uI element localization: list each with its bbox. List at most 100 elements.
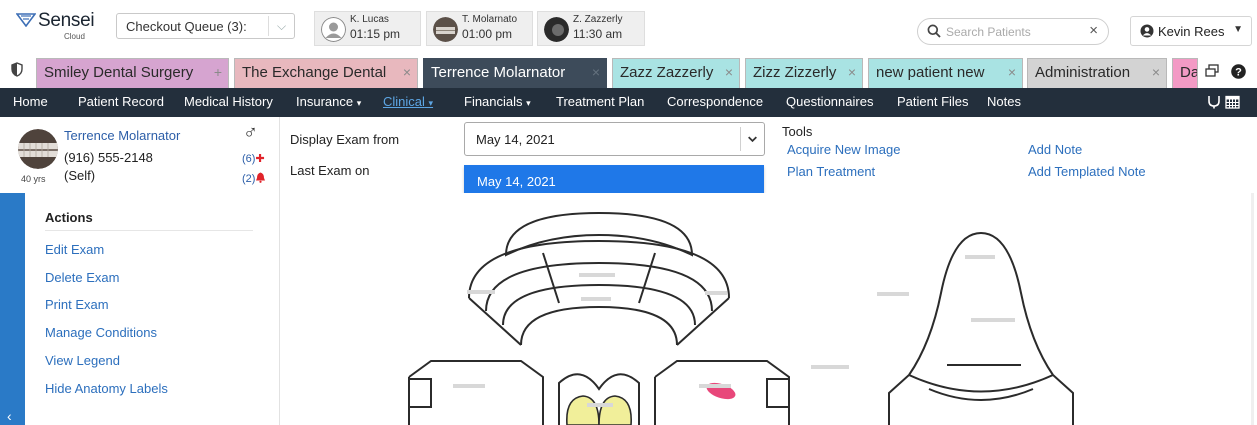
nav-label: Patient Record: [78, 94, 164, 109]
main-nav: Home Patient Record Medical History Insu…: [0, 88, 1257, 117]
acquire-new-image-link[interactable]: Acquire New Image: [787, 142, 900, 157]
medical-count: (6): [242, 153, 256, 165]
checkout-queue-label: Checkout Queue (3):: [126, 19, 247, 34]
tongue-profile: [888, 231, 1074, 425]
medical-alerts-count[interactable]: (6)✚: [242, 152, 265, 165]
checkout-queue-select[interactable]: Checkout Queue (3): ⌵: [116, 13, 295, 39]
close-icon[interactable]: ×: [848, 64, 856, 80]
tooth-chart-icon[interactable]: [1208, 95, 1220, 109]
patient-avatar[interactable]: [18, 129, 58, 169]
lesion-marker[interactable]: [705, 380, 738, 403]
appointment-name: T. Molarnato: [462, 14, 518, 25]
bell-icon: [256, 172, 266, 183]
print-exam-link[interactable]: Print Exam: [45, 297, 109, 312]
search-input[interactable]: [946, 23, 1076, 41]
caret-down-icon: ▾: [428, 98, 434, 108]
left-cheek-region: [408, 360, 544, 425]
close-icon[interactable]: ×: [1008, 64, 1016, 80]
delete-exam-link[interactable]: Delete Exam: [45, 270, 119, 285]
divider: [45, 230, 253, 231]
chevron-down-icon[interactable]: [740, 127, 764, 151]
appointment-name: K. Lucas: [350, 14, 389, 25]
help-icon[interactable]: ?: [1231, 64, 1246, 79]
anterior-teeth[interactable]: [566, 395, 632, 425]
tab-label: Terrence Molarnator: [431, 64, 566, 81]
appointment-chip[interactable]: K. Lucas 01:15 pm: [314, 11, 421, 46]
add-templated-note-link[interactable]: Add Templated Note: [1028, 164, 1146, 179]
tab-administration[interactable]: Administration ×: [1027, 58, 1167, 88]
plus-icon[interactable]: +: [214, 64, 222, 80]
close-icon[interactable]: ×: [1152, 64, 1160, 80]
add-note-link[interactable]: Add Note: [1028, 142, 1082, 157]
tab-label: Da: [1180, 64, 1198, 81]
tab-label: Administration: [1035, 64, 1131, 81]
actions-panel: Actions Edit Exam Delete Exam Print Exam…: [25, 193, 280, 425]
appointment-time: 01:15 pm: [350, 27, 401, 41]
shield-icon[interactable]: [11, 62, 23, 77]
patient-name-link[interactable]: Terrence Molarnator: [64, 128, 180, 143]
nav-questionnaires[interactable]: Questionnaires: [786, 94, 873, 109]
tab-terrence-molarnator[interactable]: Terrence Molarnator ×: [423, 58, 607, 88]
appointment-chip[interactable]: Z. Zazzerly 11:30 am: [537, 11, 645, 46]
tab-label: Zazz Zazzerly: [620, 64, 714, 81]
patient-search[interactable]: ×: [917, 18, 1109, 45]
nav-correspondence[interactable]: Correspondence: [667, 94, 763, 109]
tab-zazz-zazzerly[interactable]: Zazz Zazzerly ×: [612, 58, 740, 88]
tab-da[interactable]: Da: [1172, 58, 1198, 88]
nav-financials[interactable]: Financials ▾: [464, 94, 531, 109]
calendar-icon[interactable]: [1225, 94, 1240, 109]
caret-down-icon: ▾: [356, 98, 362, 108]
exam-date-value: May 14, 2021: [476, 132, 555, 147]
nav-treatment-plan[interactable]: Treatment Plan: [556, 94, 644, 109]
exam-date-option[interactable]: May 14, 2021: [477, 174, 556, 189]
close-icon[interactable]: ×: [725, 64, 733, 80]
user-menu-button[interactable]: Kevin Rees ▼: [1130, 16, 1252, 46]
appointment-chip[interactable]: T. Molarnato 01:00 pm: [426, 11, 533, 46]
vertical-scrollbar[interactable]: [1251, 193, 1254, 425]
nav-home[interactable]: Home: [13, 94, 48, 109]
nav-label: Notes: [987, 94, 1021, 109]
nav-label: Clinical: [383, 94, 425, 109]
tab-the-exchange-dental[interactable]: The Exchange Dental ×: [234, 58, 418, 88]
collapse-rail[interactable]: ‹: [0, 193, 25, 425]
caret-down-icon: ▾: [526, 98, 531, 108]
anatomy-diagram[interactable]: [281, 193, 1257, 425]
nav-insurance[interactable]: Insurance ▾: [296, 94, 361, 109]
sensei-logo[interactable]: Sensei Cloud: [16, 8, 95, 44]
chevron-down-icon[interactable]: ⌵: [268, 16, 294, 36]
close-icon[interactable]: ×: [403, 64, 411, 80]
nav-medical-history[interactable]: Medical History: [184, 94, 273, 109]
hide-anatomy-labels-link[interactable]: Hide Anatomy Labels: [45, 381, 168, 396]
left-small-box: [408, 378, 432, 408]
avatar: [544, 17, 569, 42]
logo-mark-icon: [16, 13, 36, 27]
logo-subtext: Cloud: [64, 32, 85, 41]
view-legend-link[interactable]: View Legend: [45, 353, 120, 368]
nav-patient-record[interactable]: Patient Record: [78, 94, 164, 109]
chevron-down-icon: ▼: [1233, 24, 1243, 35]
nav-patient-files[interactable]: Patient Files: [897, 94, 969, 109]
nav-label: Questionnaires: [786, 94, 874, 109]
clear-search-icon[interactable]: ×: [1089, 22, 1098, 39]
nav-label: Treatment Plan: [556, 94, 645, 109]
avatar-placeholder-icon: [321, 17, 346, 42]
alert-count: (2): [242, 173, 256, 185]
alerts-count[interactable]: (2): [242, 172, 266, 185]
nav-clinical[interactable]: Clinical ▾: [383, 94, 433, 109]
chevron-left-icon[interactable]: ‹: [7, 408, 12, 424]
edit-exam-link[interactable]: Edit Exam: [45, 242, 104, 257]
patient-age: 40 yrs: [21, 174, 46, 184]
nav-notes[interactable]: Notes: [987, 94, 1021, 109]
tab-zizz-zizzerly[interactable]: Zizz Zizzerly ×: [745, 58, 863, 88]
exam-date-select[interactable]: May 14, 2021: [464, 122, 765, 156]
tab-new-patient-new[interactable]: new patient new ×: [868, 58, 1023, 88]
plan-treatment-link[interactable]: Plan Treatment: [787, 164, 875, 179]
mid-arch: [485, 261, 713, 312]
manage-conditions-link[interactable]: Manage Conditions: [45, 325, 157, 340]
windows-icon[interactable]: [1205, 64, 1219, 78]
right-small-box: [766, 378, 790, 408]
tab-smiley-dental-surgery[interactable]: Smiley Dental Surgery +: [36, 58, 229, 88]
svg-text:?: ?: [1235, 66, 1242, 78]
close-icon[interactable]: ×: [592, 64, 600, 80]
innermost-arch: [520, 305, 678, 346]
